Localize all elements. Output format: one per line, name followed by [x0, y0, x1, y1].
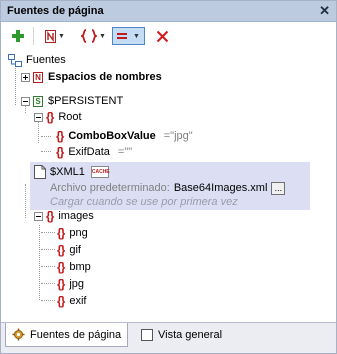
- tree-connector: [39, 225, 40, 300]
- browse-button[interactable]: ...: [271, 181, 286, 195]
- tree-label: Espacios de nombres: [48, 71, 162, 83]
- chevron-down-icon[interactable]: ▼: [58, 33, 65, 40]
- tree-label: images: [58, 210, 94, 222]
- tree-item-root[interactable]: {} Root: [34, 109, 82, 125]
- tab-page-sources[interactable]: Fuentes de página: [5, 323, 129, 347]
- add-parameter-button[interactable]: ▼: [112, 27, 145, 45]
- tree-root-sources[interactable]: Fuentes: [8, 52, 66, 68]
- document-icon: [34, 165, 46, 179]
- tree-item-comboboxvalue[interactable]: {} ComboBoxValue ="jpg": [56, 128, 193, 144]
- tab-overview[interactable]: Vista general: [135, 323, 228, 347]
- tree-connector: [41, 283, 55, 284]
- namespace-n-icon: N: [33, 71, 43, 83]
- equals-icon: [117, 33, 127, 39]
- gear-icon: [12, 328, 25, 341]
- red-x-icon: [156, 30, 169, 42]
- collapse-icon[interactable]: [21, 96, 30, 106]
- add-namespace-button[interactable]: ▼: [45, 27, 65, 45]
- tree-connector: [41, 266, 55, 267]
- panel-tabs: Fuentes de página Vista general: [1, 322, 336, 353]
- default-file-name[interactable]: Base64Images.xml: [174, 182, 268, 194]
- load-hint[interactable]: Cargar cuando se use por primera vez: [50, 196, 238, 208]
- tree-label: $XML1: [50, 166, 85, 178]
- tree-connector: [41, 249, 55, 250]
- tree-label: jpg: [69, 278, 85, 290]
- tree-connector: [15, 66, 16, 105]
- element-braces-icon: {}: [56, 145, 64, 159]
- tree-item-jpg[interactable]: {} jpg: [57, 276, 84, 292]
- collapse-icon[interactable]: [34, 211, 43, 221]
- tree-item-exif[interactable]: {} exif: [57, 293, 86, 309]
- tree-connector: [41, 232, 55, 233]
- node-value: ="": [117, 146, 133, 158]
- element-braces-icon: {}: [57, 226, 65, 240]
- tab-label: Vista general: [158, 329, 223, 341]
- tree-label: bmp: [69, 261, 91, 273]
- chevron-down-icon[interactable]: ▼: [99, 33, 106, 40]
- page-sources-panel: Fuentes de página ✕ ▼ ▼ ▼ Fuentes N Espa…: [0, 0, 337, 354]
- element-braces-icon: {}: [46, 110, 54, 124]
- tree-item-bmp[interactable]: {} bmp: [57, 259, 91, 275]
- toolbar: ▼ ▼ ▼: [1, 22, 336, 50]
- default-file-label: Archivo predeterminado:: [50, 182, 170, 194]
- braces-icon: [81, 29, 97, 43]
- green-plus-icon: [12, 30, 24, 42]
- tree-item-persistent[interactable]: S $PERSISTENT: [21, 93, 123, 109]
- tree-label: $PERSISTENT: [48, 95, 124, 107]
- tree-label: Fuentes: [26, 54, 66, 66]
- overview-icon: [141, 329, 153, 341]
- close-icon[interactable]: ✕: [319, 3, 330, 19]
- tree-connector: [41, 136, 51, 137]
- tree-label: ComboBoxValue: [68, 130, 156, 142]
- tree-item-gif[interactable]: {} gif: [57, 242, 81, 258]
- add-element-button[interactable]: ▼: [81, 27, 106, 45]
- node-value: ="jpg": [163, 130, 193, 142]
- element-braces-icon: {}: [56, 129, 64, 143]
- expand-icon[interactable]: [21, 72, 30, 82]
- tree-label: gif: [69, 244, 81, 256]
- tree-item-png[interactable]: {} png: [57, 225, 88, 241]
- namespace-n-icon: [45, 29, 56, 43]
- tree-label: exif: [69, 295, 87, 307]
- toolbar-separator: [33, 27, 34, 45]
- chevron-down-icon[interactable]: ▼: [133, 33, 140, 40]
- xml1-source-block[interactable]: $XML1 CACHE Archivo predeterminado: Base…: [30, 162, 310, 210]
- tree-label: png: [69, 227, 88, 239]
- tree-item-namespaces[interactable]: N Espacios de nombres: [21, 69, 162, 85]
- tree-label: Root: [58, 111, 82, 123]
- element-braces-icon: {}: [57, 294, 65, 308]
- element-braces-icon: {}: [46, 209, 54, 223]
- tree-connector: [41, 151, 51, 152]
- panel-title: Fuentes de página: [7, 5, 104, 17]
- tree-connector: [25, 184, 26, 218]
- sources-icon: [8, 53, 22, 67]
- add-source-button[interactable]: [11, 27, 25, 45]
- tree-item-images[interactable]: {} images: [34, 208, 94, 224]
- element-braces-icon: {}: [57, 260, 65, 274]
- title-bar: Fuentes de página ✕: [1, 1, 336, 22]
- element-braces-icon: {}: [57, 277, 65, 291]
- tab-label: Fuentes de página: [30, 328, 122, 341]
- delete-button[interactable]: [156, 27, 169, 45]
- collapse-icon[interactable]: [34, 112, 43, 122]
- tree-connector: [41, 300, 55, 301]
- tree-item-xml1[interactable]: $XML1 CACHE: [34, 164, 110, 180]
- persistent-s-icon: S: [33, 95, 43, 107]
- tree-label: ExifData: [68, 146, 110, 158]
- cache-badge[interactable]: CACHE: [90, 166, 110, 178]
- tree-item-exifdata[interactable]: {} ExifData ="": [56, 144, 132, 160]
- element-braces-icon: {}: [57, 243, 65, 257]
